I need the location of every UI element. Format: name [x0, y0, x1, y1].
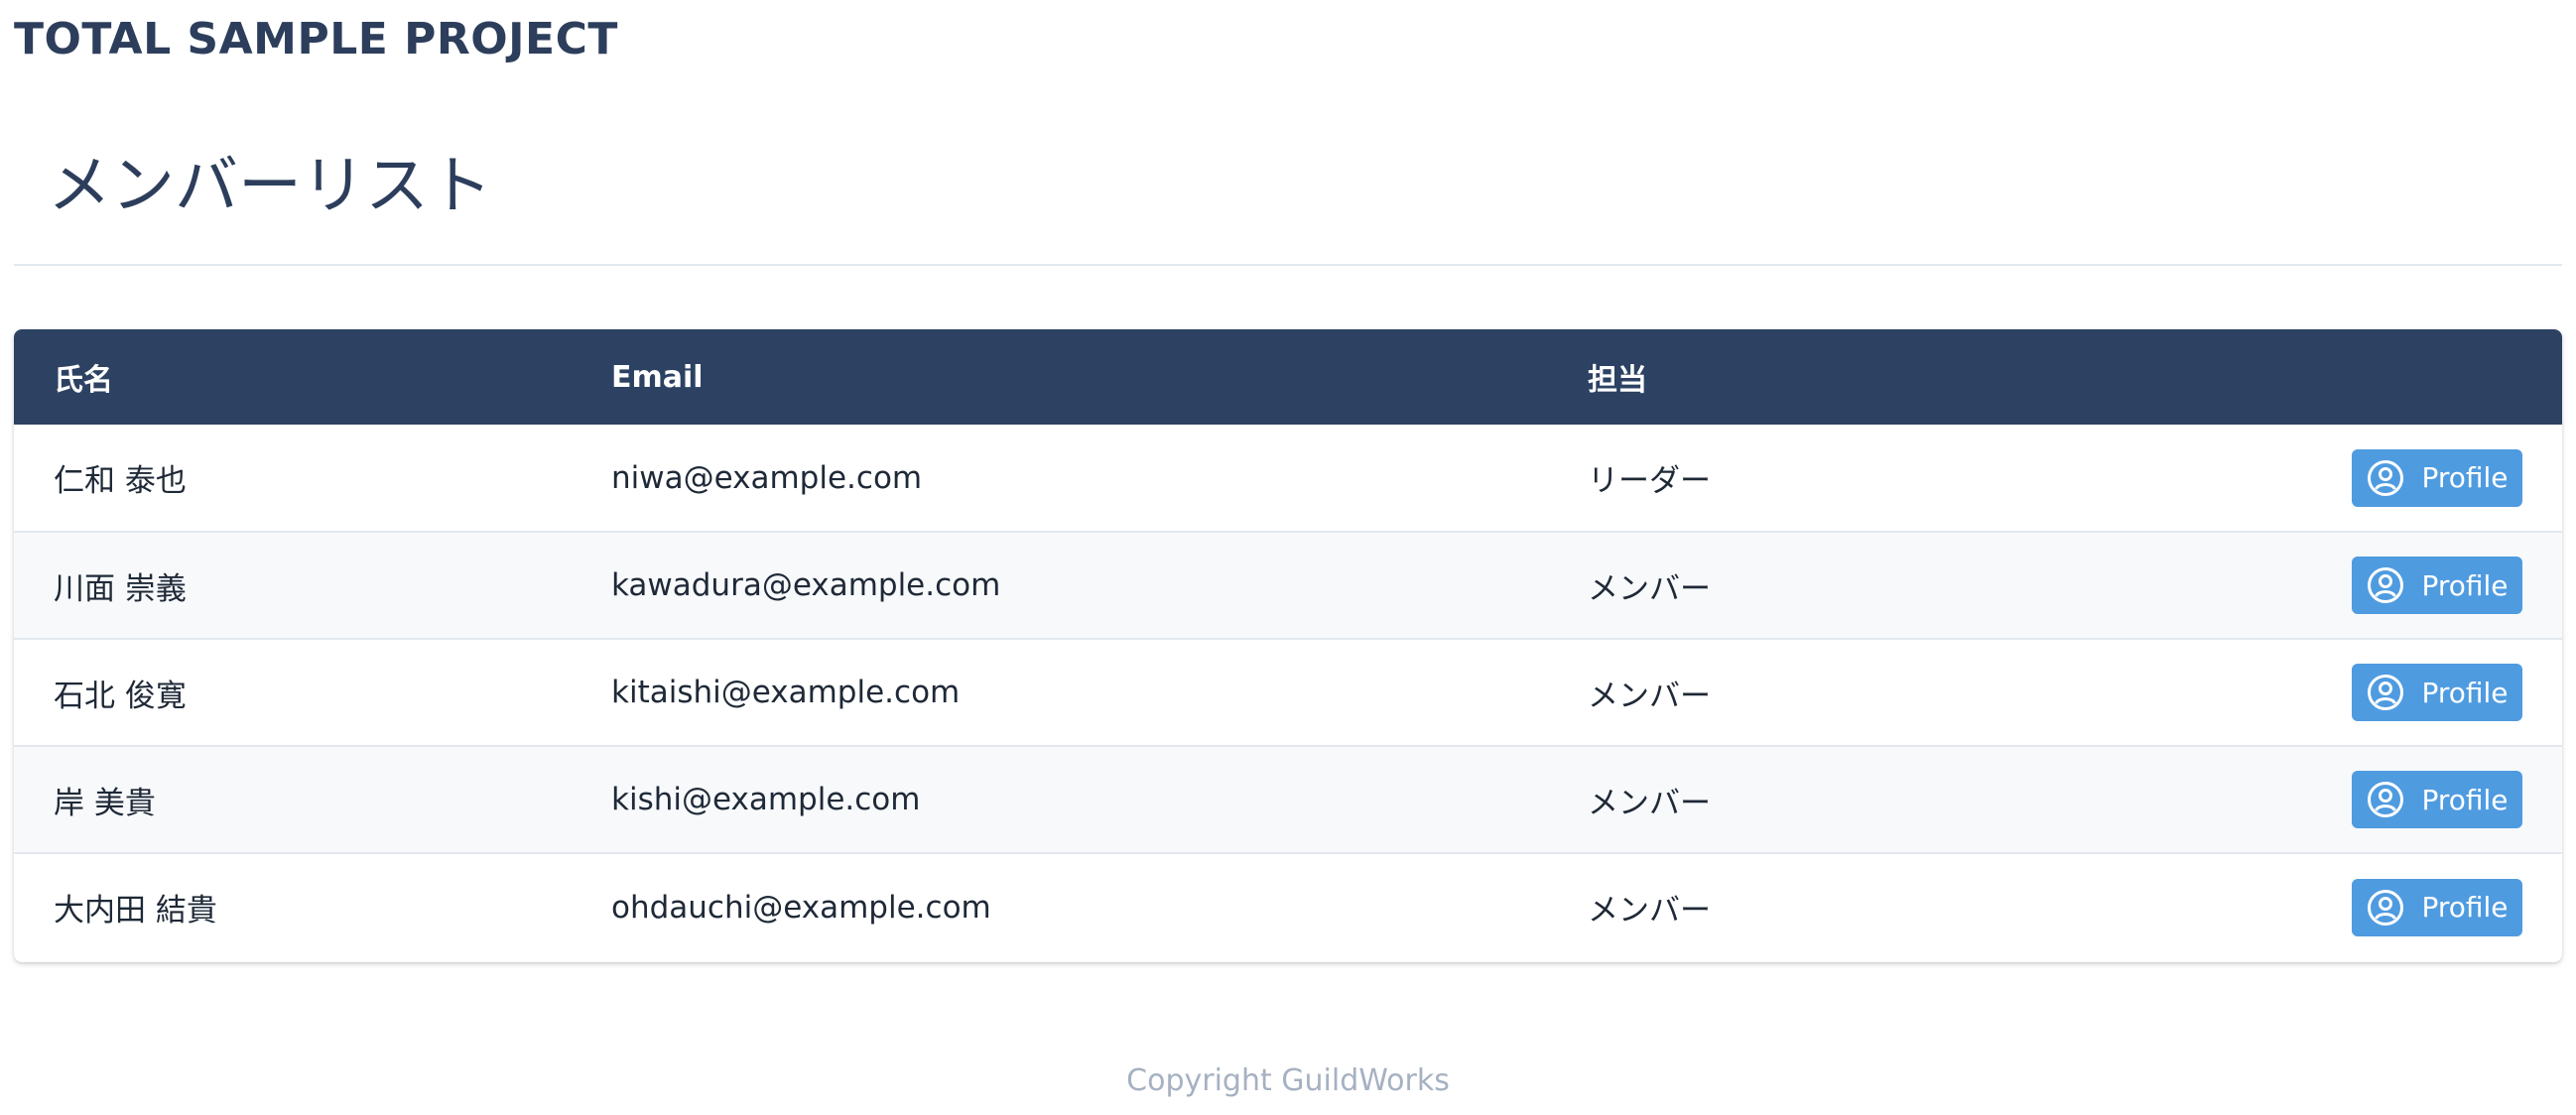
profile-button[interactable]: Profile	[2352, 557, 2522, 614]
member-role: メンバー	[1588, 893, 1711, 929]
member-name: 川面 崇義	[54, 570, 187, 607]
page-title: メンバーリスト	[48, 150, 492, 223]
table-header-row: 氏名 Email 担当	[14, 329, 2562, 425]
table-row: 大内田 結貴 ohdauchi@example.com メンバー Profile	[14, 853, 2562, 960]
member-table: 氏名 Email 担当 仁和 泰也 niwa@example.com リーダー	[14, 329, 2562, 960]
member-action-cell: Profile	[2243, 853, 2562, 960]
user-circle-icon	[2366, 458, 2405, 498]
profile-button[interactable]: Profile	[2352, 664, 2522, 721]
member-role: メンバー	[1588, 785, 1711, 821]
member-role: リーダー	[1588, 463, 1711, 499]
user-circle-icon	[2366, 565, 2405, 605]
user-circle-icon	[2366, 780, 2405, 819]
member-action-cell: Profile	[2243, 639, 2562, 746]
column-header-action	[2243, 329, 2562, 425]
profile-button[interactable]: Profile	[2352, 448, 2522, 507]
member-table-card: 氏名 Email 担当 仁和 泰也 niwa@example.com リーダー	[14, 329, 2562, 962]
title-divider	[14, 264, 2562, 266]
profile-button-label: Profile	[2421, 568, 2509, 602]
member-email: niwa@example.com	[611, 459, 923, 496]
member-email: ohdauchi@example.com	[611, 889, 991, 926]
user-circle-icon	[2366, 888, 2405, 928]
member-role: メンバー	[1588, 678, 1711, 714]
profile-button-label: Profile	[2421, 461, 2509, 494]
member-role: メンバー	[1588, 570, 1711, 607]
member-email: kawadura@example.com	[611, 567, 1001, 603]
table-body: 仁和 泰也 niwa@example.com リーダー Profile 川面 崇…	[14, 425, 2562, 960]
member-action-cell: Profile	[2243, 746, 2562, 853]
profile-button-label: Profile	[2421, 783, 2509, 816]
profile-button-label: Profile	[2421, 676, 2509, 709]
member-action-cell: Profile	[2243, 532, 2562, 639]
footer-copyright: Copyright GuildWorks	[1126, 1063, 1450, 1098]
table-row: 川面 崇義 kawadura@example.com メンバー Profile	[14, 532, 2562, 639]
column-header-name: 氏名	[54, 363, 113, 398]
page: TOTAL SAMPLE PROJECT メンバーリスト 氏名 Email 担当	[0, 0, 2576, 1115]
member-email: kitaishi@example.com	[611, 675, 961, 710]
profile-button[interactable]: Profile	[2352, 878, 2522, 936]
app-title: TOTAL SAMPLE PROJECT	[14, 14, 618, 64]
table-row: 岸 美貴 kishi@example.com メンバー Profile	[14, 746, 2562, 853]
user-circle-icon	[2366, 673, 2405, 712]
table-row: 仁和 泰也 niwa@example.com リーダー Profile	[14, 425, 2562, 532]
table-row: 石北 俊寛 kitaishi@example.com メンバー Profile	[14, 639, 2562, 746]
column-header-role: 担当	[1588, 363, 1647, 398]
profile-button[interactable]: Profile	[2352, 771, 2522, 828]
member-name: 岸 美貴	[54, 785, 156, 821]
member-action-cell: Profile	[2243, 425, 2562, 532]
member-email: kishi@example.com	[611, 782, 921, 817]
member-name: 石北 俊寛	[54, 678, 187, 714]
member-name: 仁和 泰也	[54, 463, 187, 499]
profile-button-label: Profile	[2421, 891, 2509, 924]
member-name: 大内田 結貴	[54, 893, 217, 929]
table-header: 氏名 Email 担当	[14, 329, 2562, 425]
column-header-email: Email	[611, 359, 704, 395]
